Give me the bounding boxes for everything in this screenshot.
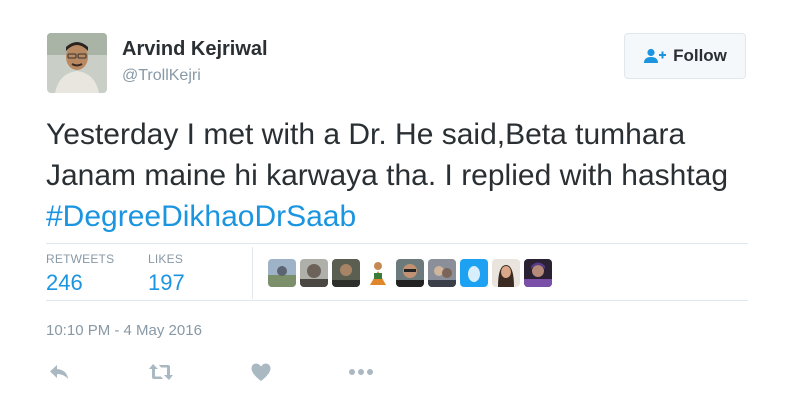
tweet-text: Yesterday I met with a Dr. He said,Beta … xyxy=(46,114,756,237)
reply-button[interactable] xyxy=(48,360,70,384)
timestamp[interactable]: 10:10 PM - 4 May 2016 xyxy=(46,322,202,339)
avatar-8 xyxy=(492,259,520,287)
avatar-4 xyxy=(364,259,392,287)
avatar-2 xyxy=(300,259,328,287)
hashtag-link[interactable]: #DegreeDikhaoDrSaab xyxy=(46,200,356,233)
author-handle[interactable]: @TrollKejri xyxy=(122,67,201,85)
author-name[interactable]: Arvind Kejriwal xyxy=(122,38,268,61)
avatar-7 xyxy=(460,259,488,287)
liker-avatars xyxy=(268,259,552,287)
follow-button[interactable]: Follow xyxy=(624,33,746,79)
liker-avatar[interactable] xyxy=(268,259,296,287)
liker-avatar[interactable] xyxy=(332,259,360,287)
liker-avatar[interactable] xyxy=(396,259,424,287)
liker-avatar[interactable] xyxy=(492,259,520,287)
divider xyxy=(46,300,748,301)
liker-avatar[interactable] xyxy=(524,259,552,287)
avatar-6 xyxy=(428,259,456,287)
add-user-icon xyxy=(644,48,667,63)
reply-icon xyxy=(50,365,68,379)
liker-avatar[interactable] xyxy=(428,259,456,287)
retweet-icon xyxy=(149,364,173,380)
liker-avatar[interactable] xyxy=(364,259,392,287)
avatar-1 xyxy=(268,259,296,287)
follow-label: Follow xyxy=(673,46,727,65)
retweets-label: RETWEETS xyxy=(46,252,115,266)
avatar-9 xyxy=(524,259,552,287)
retweets-count[interactable]: 246 xyxy=(46,270,83,296)
avatar-image xyxy=(47,33,107,93)
likes-count[interactable]: 197 xyxy=(148,270,185,296)
more-icon xyxy=(349,369,373,375)
stats-separator xyxy=(252,247,253,299)
avatar[interactable] xyxy=(47,33,107,93)
tweet-body: Yesterday I met with a Dr. He said,Beta … xyxy=(46,118,729,192)
divider xyxy=(46,243,748,244)
avatar-5 xyxy=(396,259,424,287)
like-button[interactable] xyxy=(250,360,272,384)
avatar-3 xyxy=(332,259,360,287)
like-icon xyxy=(251,363,271,381)
likes-label: LIKES xyxy=(148,252,184,266)
liker-avatar[interactable] xyxy=(300,259,328,287)
retweet-button[interactable] xyxy=(148,360,174,384)
liker-avatar[interactable] xyxy=(460,259,488,287)
more-button[interactable] xyxy=(348,360,374,384)
